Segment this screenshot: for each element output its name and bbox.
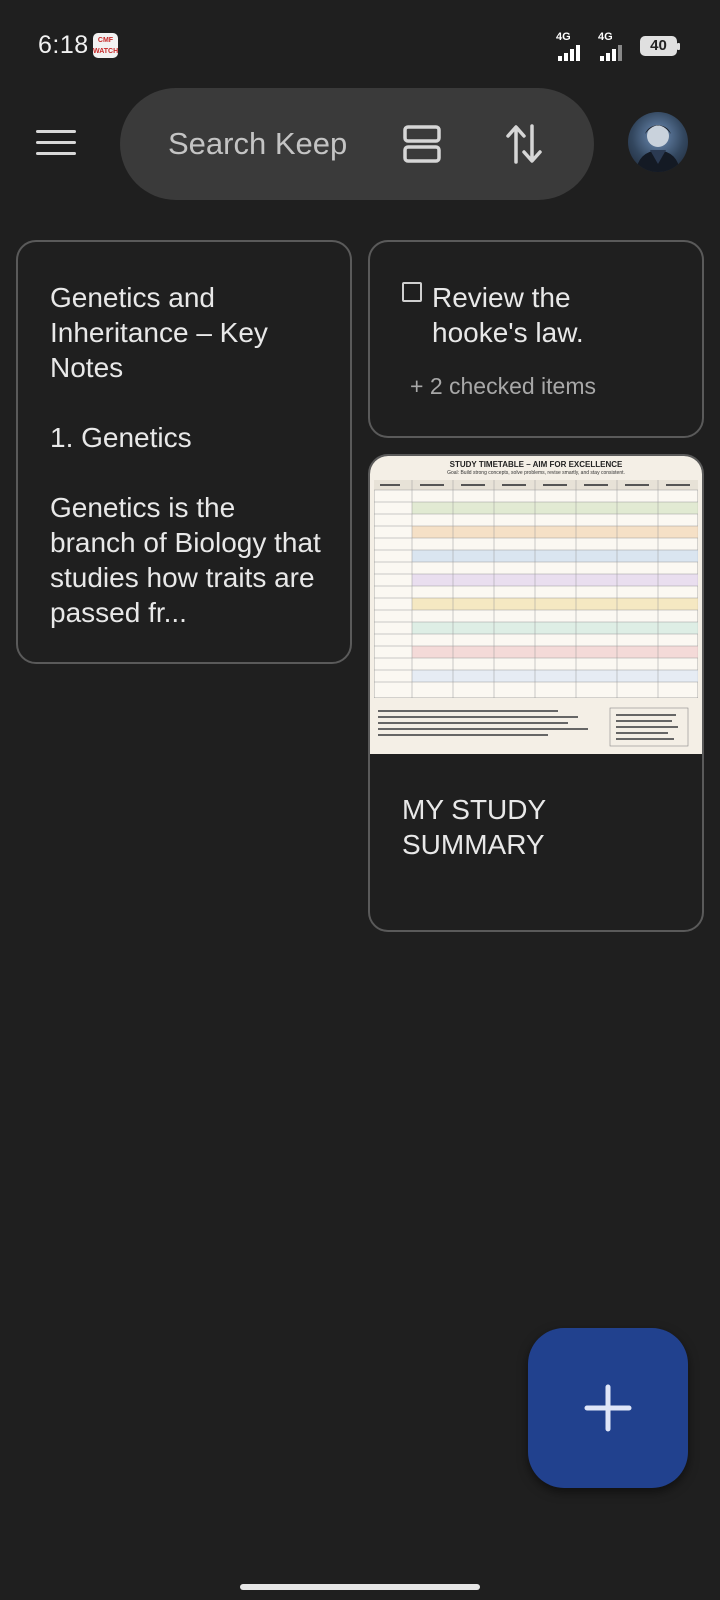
home-indicator[interactable] bbox=[240, 1584, 480, 1590]
image-title: STUDY TIMETABLE – AIM FOR EXCELLENCE bbox=[449, 460, 623, 469]
timetable-tips bbox=[374, 704, 698, 750]
checklist-item-text: Review the hooke's law. bbox=[432, 282, 584, 348]
sort-arrows-icon[interactable] bbox=[504, 122, 544, 166]
note-card-checklist[interactable]: Review the hooke's law. + 2 checked item… bbox=[368, 240, 704, 438]
checkbox-icon bbox=[402, 282, 422, 302]
hamburger-menu-icon[interactable] bbox=[36, 130, 76, 160]
note-title: MY STUDY SUMMARY bbox=[402, 794, 546, 860]
plus-icon bbox=[584, 1384, 632, 1432]
cmf-watch-notification-icon: CMF WATCH bbox=[93, 33, 118, 58]
timetable-grid bbox=[374, 480, 698, 698]
note-image-timetable: STUDY TIMETABLE – AIM FOR EXCELLENCE Goa… bbox=[370, 456, 702, 754]
list-view-icon[interactable] bbox=[402, 124, 442, 164]
image-goal: Goal: Build strong concepts, solve probl… bbox=[447, 470, 625, 476]
search-bar[interactable]: Search Keep bbox=[120, 88, 594, 200]
checked-items-count: + 2 checked items bbox=[410, 373, 597, 399]
search-placeholder[interactable]: Search Keep bbox=[168, 126, 347, 162]
note-card-genetics[interactable]: Genetics and Inheritance – Key Notes 1. … bbox=[16, 240, 352, 664]
status-bar: 6:18 CMF WATCH 4G 4G 40 bbox=[0, 0, 720, 86]
status-time: 6:18 bbox=[38, 31, 89, 59]
battery-icon: 40 bbox=[640, 36, 680, 56]
new-note-button[interactable] bbox=[528, 1328, 688, 1488]
user-avatar[interactable] bbox=[628, 112, 688, 172]
note-text: Genetics and Inheritance – Key Notes 1. … bbox=[50, 282, 321, 628]
note-card-study-summary[interactable]: STUDY TIMETABLE – AIM FOR EXCELLENCE Goa… bbox=[368, 454, 704, 932]
